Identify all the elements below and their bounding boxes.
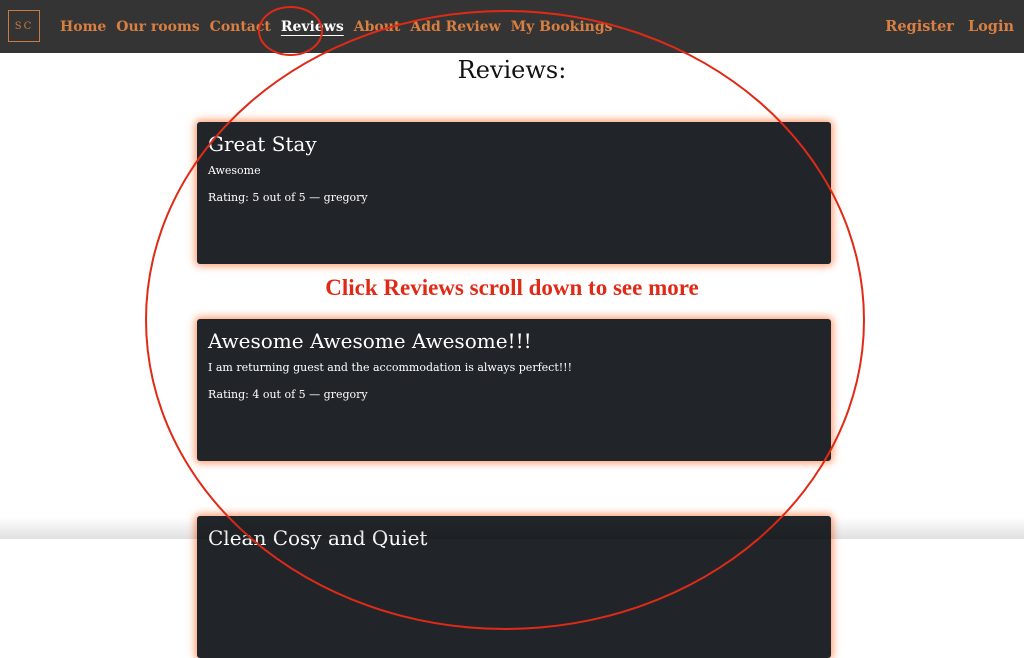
nav-links: Home Our rooms Contact Reviews About Add… xyxy=(55,0,618,53)
nav-link-add-review[interactable]: Add Review xyxy=(410,19,500,35)
review-title: Great Stay xyxy=(208,132,317,156)
review-card: Great Stay Awesome Rating: 5 out of 5 — … xyxy=(197,122,831,264)
nav-link-home[interactable]: Home xyxy=(60,19,106,35)
nav-link-about[interactable]: About xyxy=(354,19,401,35)
nav-link-my-bookings[interactable]: My Bookings xyxy=(511,19,613,35)
nav-link-contact[interactable]: Contact xyxy=(210,19,271,35)
review-card: Awesome Awesome Awesome!!! I am returnin… xyxy=(197,319,831,461)
annotation-instruction: Click Reviews scroll down to see more xyxy=(325,275,699,300)
nav-link-reviews[interactable]: Reviews xyxy=(281,19,344,35)
nav-auth-links: Register Login xyxy=(871,0,1014,53)
review-title: Awesome Awesome Awesome!!! xyxy=(208,329,532,353)
review-text: Awesome xyxy=(208,164,261,177)
login-link[interactable]: Login xyxy=(968,18,1014,35)
review-rating: Rating: 4 out of 5 — gregory xyxy=(208,388,368,401)
navbar: SC Home Our rooms Contact Reviews About … xyxy=(0,0,1024,53)
review-text: I am returning guest and the accommodati… xyxy=(208,361,572,374)
nav-link-our-rooms[interactable]: Our rooms xyxy=(116,19,199,35)
page-title: Reviews: xyxy=(457,56,567,84)
review-title: Clean Cosy and Quiet xyxy=(208,526,428,550)
register-link[interactable]: Register xyxy=(885,18,954,35)
brand-logo[interactable]: SC xyxy=(8,10,40,42)
review-card: Clean Cosy and Quiet xyxy=(197,516,831,658)
review-rating: Rating: 5 out of 5 — gregory xyxy=(208,191,368,204)
